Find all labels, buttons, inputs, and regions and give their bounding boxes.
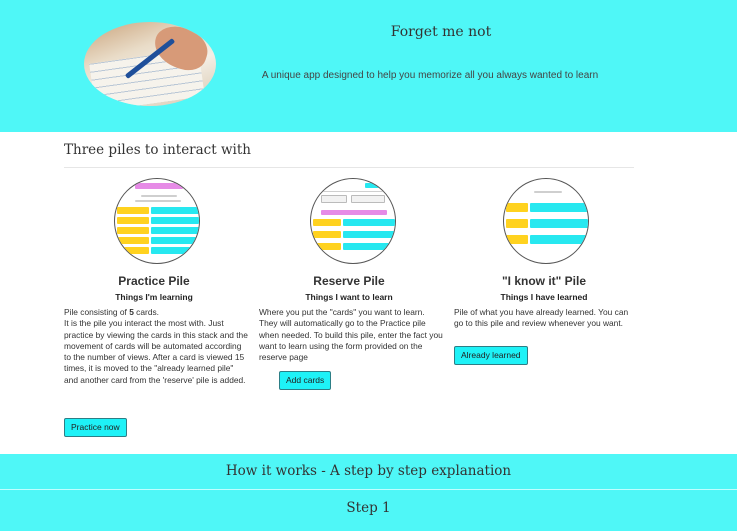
practice-pile-subtitle: Things I'm learning <box>115 292 193 302</box>
practice-pile-description: Pile consisting of 5 cards. It is the pil… <box>64 307 248 386</box>
known-pile-subtitle: Things I have learned <box>500 292 588 302</box>
reserve-pile-title: Reserve Pile <box>313 274 385 288</box>
practice-pile-count-suffix: cards. <box>133 307 159 317</box>
section-divider <box>64 167 634 168</box>
practice-pile-count-prefix: Pile consisting of <box>64 307 130 317</box>
reserve-pile-thumbnail <box>310 178 396 264</box>
app-tagline: A unique app designed to help you memori… <box>261 70 599 81</box>
how-it-works-heading: How it works - A step by step explanatio… <box>0 454 737 489</box>
already-learned-button[interactable]: Already learned <box>454 346 528 365</box>
known-pile-description: Pile of what you have already learned. Y… <box>454 307 629 329</box>
practice-pile-description-text: It is the pile you interact the most wit… <box>64 318 248 385</box>
reserve-pile-subtitle: Things I want to learn <box>305 292 393 302</box>
app-title: Forget me not <box>390 24 492 40</box>
piles-section-title: Three piles to interact with <box>64 142 251 158</box>
known-pile-thumbnail <box>503 178 589 264</box>
practice-now-button[interactable]: Practice now <box>64 418 127 437</box>
hero-banner: Forget me not A unique app designed to h… <box>0 0 737 132</box>
practice-pile-title: Practice Pile <box>118 274 190 288</box>
add-cards-button[interactable]: Add cards <box>279 371 332 390</box>
known-pile-title: "I know it" Pile <box>501 274 587 288</box>
hero-writing-photo <box>84 22 216 106</box>
reserve-pile-description: Where you put the "cards" you want to le… <box>259 307 443 363</box>
practice-pile-thumbnail <box>114 178 200 264</box>
step-1-heading: Step 1 <box>0 490 737 531</box>
